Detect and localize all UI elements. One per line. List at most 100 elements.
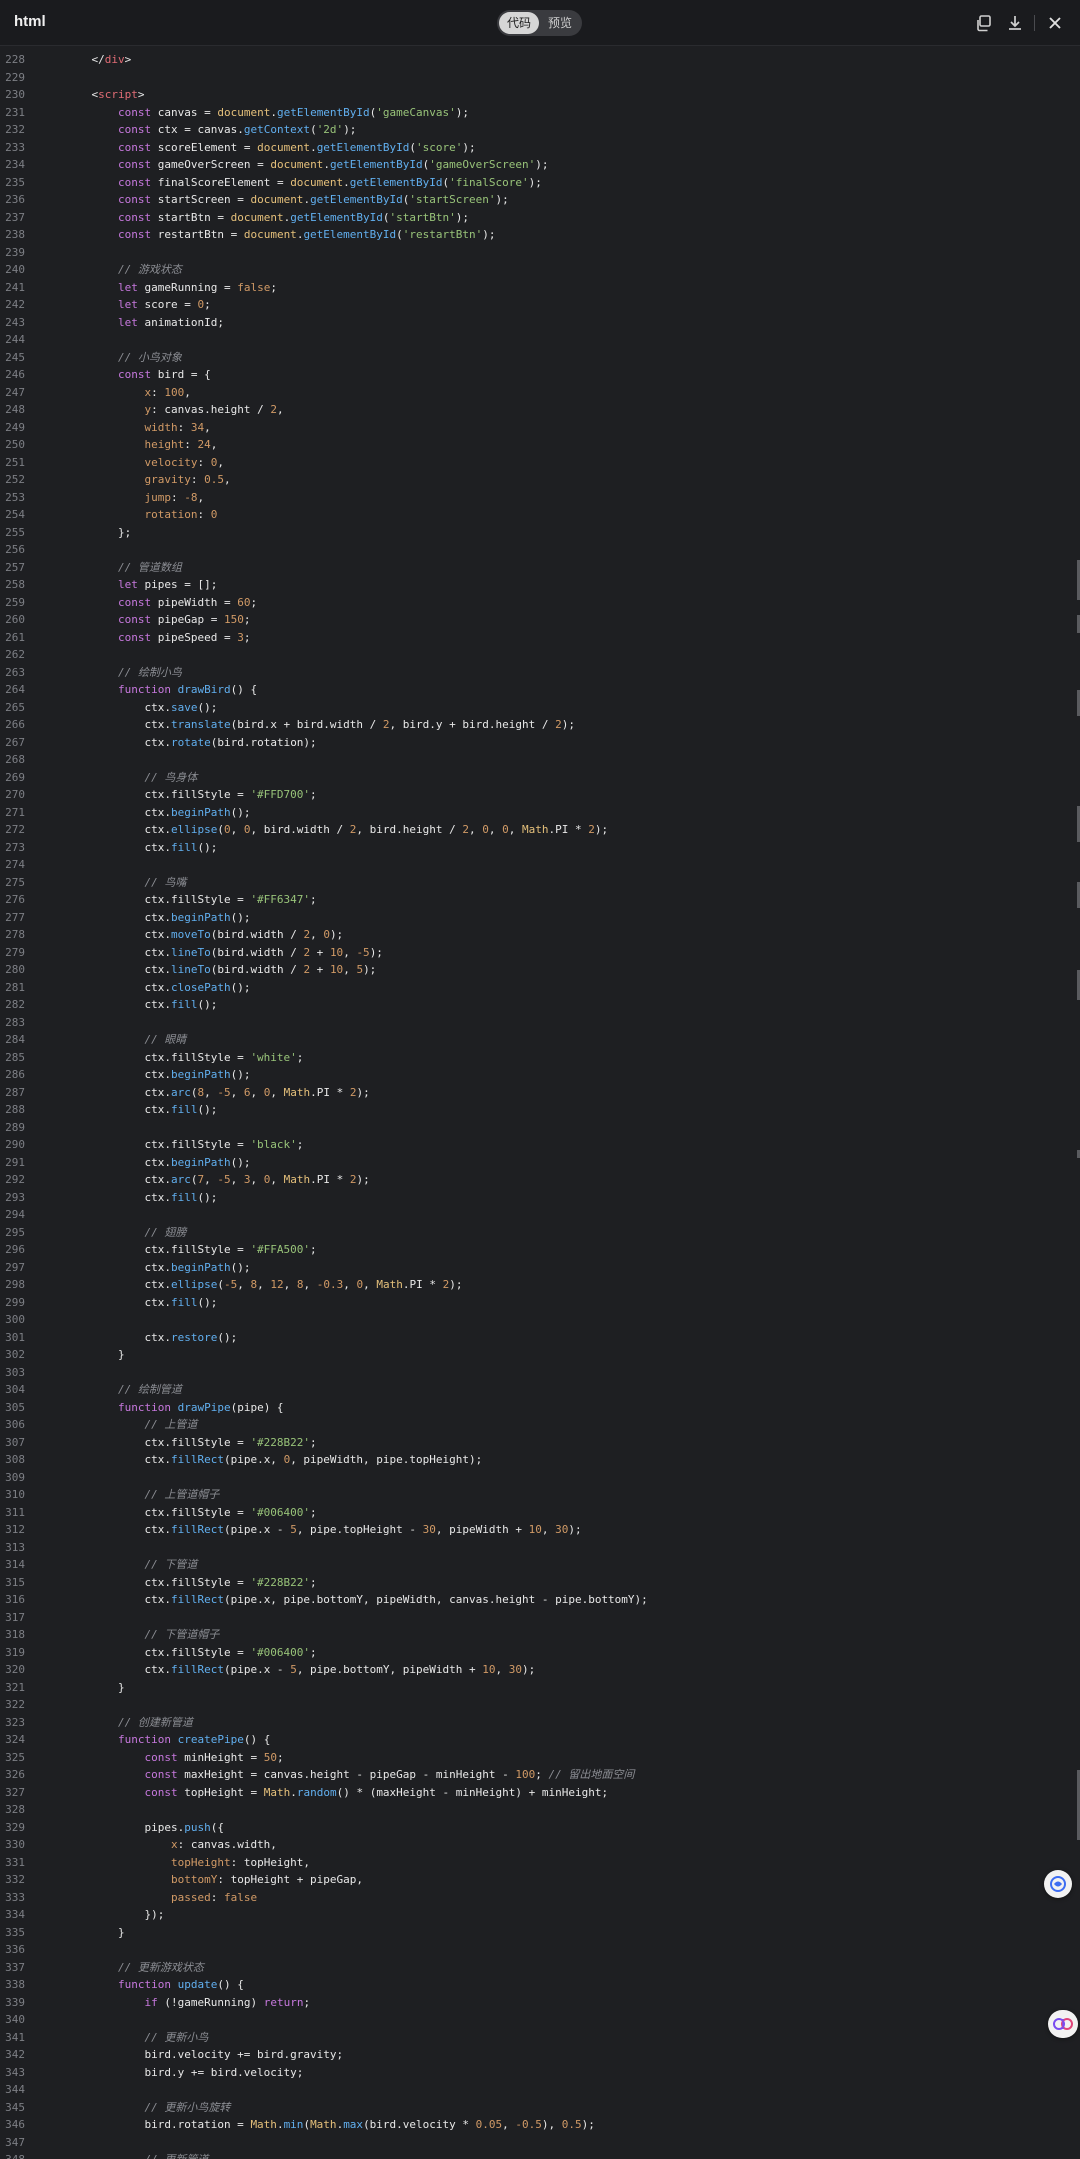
code-line: 300 [0, 1311, 1080, 1329]
code-line: 347 [0, 2134, 1080, 2152]
code-line: 280 ctx.lineTo(bird.width / 2 + 10, 5); [0, 961, 1080, 979]
line-code: <script> [65, 88, 145, 101]
line-code: } [65, 1925, 125, 1939]
code-line: 314 // 下管道 [0, 1556, 1080, 1574]
line-code: ctx.fill(); [65, 1190, 218, 1204]
assistant-float-icon[interactable] [1044, 1870, 1072, 1898]
code-line: 327 const topHeight = Math.random() * (m… [0, 1784, 1080, 1802]
code-line: 333 passed: false [0, 1889, 1080, 1907]
line-code: const scoreElement = document.getElement… [117, 140, 476, 154]
code-editor[interactable]: 228 </div> 229 230 <script> 231 const canva… [0, 46, 1080, 2159]
line-code: ctx.beginPath(); [65, 1260, 251, 1274]
code-line: 338 function update() { [0, 1976, 1080, 1994]
code-line: 277 ctx.beginPath(); [0, 909, 1080, 927]
code-line: 286 ctx.beginPath(); [0, 1066, 1080, 1084]
code-line: 342 bird.velocity += bird.gravity; [0, 2046, 1080, 2064]
language-label: html [14, 13, 46, 30]
code-line: 315 ctx.fillStyle = '#228B22'; [0, 1574, 1080, 1592]
code-line: 234 const gameOverScreen = document.getE… [0, 156, 1080, 174]
line-number: 248 [5, 403, 25, 416]
code-line: 231 const canvas = document.getElementBy… [0, 104, 1080, 122]
line-number: 271 [5, 805, 25, 819]
line-number: 250 [5, 438, 25, 451]
code-line: 321 } [0, 1679, 1080, 1697]
line-code: ctx.fillStyle = 'black'; [65, 1138, 304, 1151]
line-number: 286 [5, 1068, 25, 1081]
line-number: 322 [5, 1698, 25, 1711]
line-number: 288 [5, 1103, 25, 1116]
line-number: 232 [5, 123, 25, 136]
line-code: // 翅膀 [144, 1225, 187, 1239]
line-code: }; [65, 525, 132, 539]
code-line: 293 ctx.fill(); [0, 1189, 1080, 1207]
code-line: 292 ctx.arc(7, -5, 3, 0, Math.PI * 2); [0, 1171, 1080, 1189]
line-code: let pipes = []; [117, 578, 218, 591]
download-icon[interactable] [1004, 12, 1026, 34]
code-line: 328 [0, 1801, 1080, 1819]
code-line: 318 // 下管道帽子 [0, 1626, 1080, 1644]
copy-icon[interactable] [973, 12, 995, 34]
code-line: 284 // 眼睛 [0, 1031, 1080, 1049]
line-code: pipes.push({ [65, 1820, 224, 1834]
line-code: let score = 0; [117, 298, 211, 311]
ai-brain-icon[interactable] [1048, 2010, 1078, 2038]
line-code: const pipeSpeed = 3; [117, 630, 251, 644]
line-number: 310 [5, 1488, 25, 1501]
line-number: 305 [5, 1400, 25, 1414]
line-code: jump: -8, [144, 490, 205, 504]
line-number: 331 [5, 1855, 25, 1869]
line-number: 329 [5, 1820, 25, 1834]
line-number: 295 [5, 1225, 25, 1239]
code-line: 324 function createPipe() { [0, 1731, 1080, 1749]
code-line: 230 <script> [0, 86, 1080, 104]
line-code: x: 100, [144, 385, 191, 399]
line-code: gravity: 0.5, [144, 473, 231, 486]
tab-code[interactable]: 代码 [499, 12, 539, 34]
line-number: 328 [5, 1803, 25, 1816]
tab-preview[interactable]: 预览 [541, 12, 579, 34]
line-number: 246 [5, 368, 25, 381]
line-code: passed: false [170, 1890, 258, 1904]
code-line: 244 [0, 331, 1080, 349]
close-icon[interactable] [1044, 12, 1066, 34]
code-line: 285 ctx.fillStyle = 'white'; [0, 1049, 1080, 1067]
code-line: 322 [0, 1696, 1080, 1714]
line-number: 346 [5, 2118, 25, 2131]
code-line: 291 ctx.beginPath(); [0, 1154, 1080, 1172]
line-code: // 上管道帽子 [144, 1488, 220, 1501]
line-number: 269 [5, 770, 25, 784]
line-code: let gameRunning = false; [117, 280, 277, 294]
line-number: 347 [5, 2135, 25, 2149]
line-number: 256 [5, 543, 25, 556]
line-code: // 管道数组 [117, 560, 182, 574]
line-code: const pipeWidth = 60; [117, 595, 258, 609]
code-line: 228 </div> [0, 51, 1080, 69]
code-line: 325 const minHeight = 50; [0, 1749, 1080, 1767]
line-number: 300 [5, 1313, 25, 1326]
line-number: 335 [5, 1925, 25, 1939]
line-number: 339 [5, 1995, 25, 2009]
line-number: 240 [5, 263, 25, 276]
line-number: 243 [5, 315, 25, 329]
line-code: y: canvas.height / 2, [144, 403, 284, 416]
code-line: 233 const scoreElement = document.getEle… [0, 139, 1080, 157]
line-code: rotation: 0 [144, 508, 218, 521]
code-line: 320 ctx.fillRect(pipe.x - 5, pipe.bottom… [0, 1661, 1080, 1679]
code-line: 256 [0, 541, 1080, 559]
line-number: 287 [5, 1085, 25, 1099]
line-number: 330 [5, 1838, 25, 1851]
line-code: // 上管道 [144, 1418, 198, 1431]
code-line: 294 [0, 1206, 1080, 1224]
line-number: 264 [5, 683, 25, 696]
line-code: // 绘制小鸟 [117, 665, 182, 679]
line-number: 263 [5, 665, 25, 679]
code-line: 242 let score = 0; [0, 296, 1080, 314]
line-number: 317 [5, 1610, 25, 1624]
line-number: 336 [5, 1943, 25, 1956]
code-line: 270 ctx.fillStyle = '#FFD700'; [0, 786, 1080, 804]
line-number: 244 [5, 333, 25, 346]
line-number: 320 [5, 1663, 25, 1676]
line-code: ctx.fillStyle = '#228B22'; [65, 1575, 317, 1589]
line-code: if (!gameRunning) return; [144, 1995, 311, 2009]
line-number: 321 [5, 1680, 25, 1694]
